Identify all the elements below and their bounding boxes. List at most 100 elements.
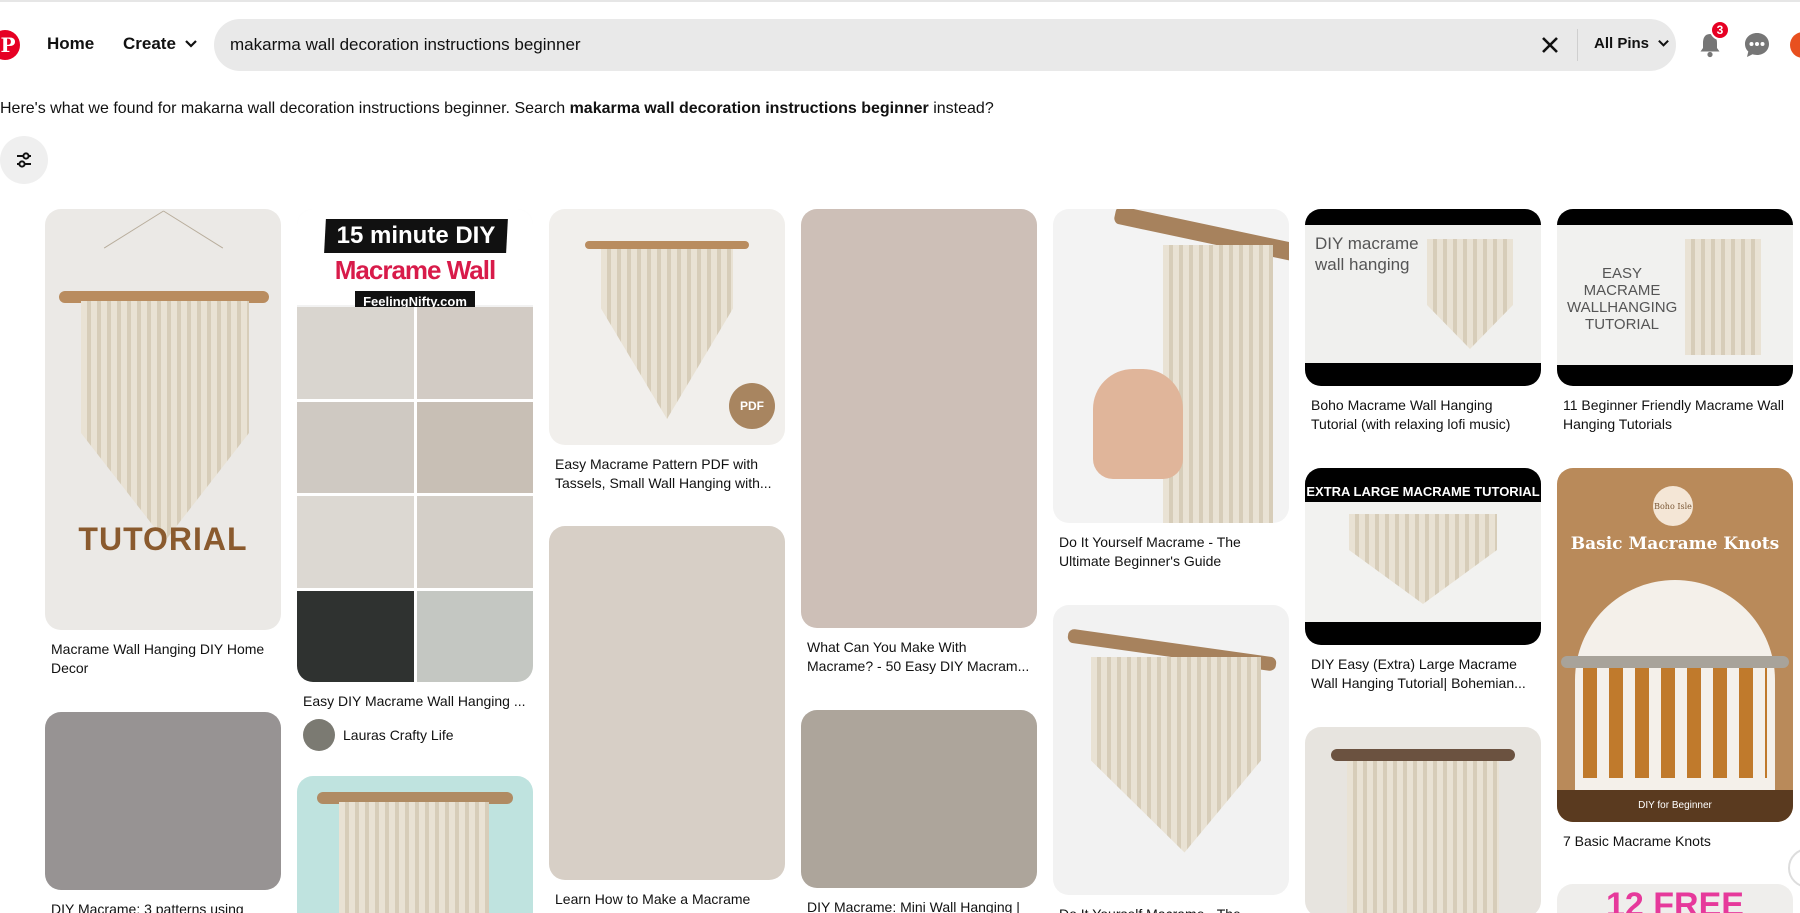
pin-title[interactable]: Easy DIY Macrame Wall Hanging ... <box>297 692 533 711</box>
nav-create-menu[interactable]: Create <box>123 34 198 54</box>
pin-image[interactable]: 12 FREE <box>1557 884 1793 913</box>
author-avatar[interactable] <box>303 719 335 751</box>
clear-search-button[interactable] <box>1536 31 1564 59</box>
pin-image[interactable]: 15 minute DIY Macrame Wall Hanging Feeli… <box>297 209 533 682</box>
pin-image[interactable] <box>1053 605 1289 895</box>
top-border <box>0 0 1800 2</box>
suggested-query-link[interactable]: makarma wall decoration instructions beg… <box>570 100 929 117</box>
nav-create-label: Create <box>123 34 176 53</box>
help-button[interactable] <box>1788 848 1800 888</box>
macrame-hanging <box>1347 761 1499 913</box>
step-photo <box>297 496 414 588</box>
pin-title[interactable]: DIY Macrame: 3 patterns using <box>45 900 281 913</box>
search-bar: All Pins <box>214 19 1676 71</box>
pin-image[interactable] <box>801 710 1037 888</box>
pin-title[interactable]: Do It Yourself Macrame - The Ultimate Be… <box>1053 533 1289 571</box>
notification-badge: 3 <box>1710 20 1730 40</box>
pin-image[interactable] <box>549 526 785 880</box>
pin-title[interactable]: Do It Yourself Macrame - The <box>1053 905 1289 913</box>
hanging-string <box>163 210 224 249</box>
macrame-hanging <box>1685 239 1761 355</box>
user-avatar[interactable] <box>1790 32 1800 58</box>
step-photo <box>416 496 533 588</box>
step-photo <box>416 307 533 399</box>
pin-image[interactable]: EASY MACRAME WALLHANGING TUTORIAL <box>1557 209 1793 386</box>
macrame-hanging <box>601 249 733 419</box>
pin-card[interactable]: EXTRA LARGE MACRAME TUTORIAL DIY Easy (E… <box>1305 468 1541 693</box>
pin-title[interactable]: 11 Beginner Friendly Macrame Wall Hangin… <box>1557 396 1793 434</box>
pin-type-filter-dropdown[interactable]: All Pins <box>1594 35 1670 52</box>
notice-prefix: Here's what we found for makarna wall de… <box>0 100 570 117</box>
step-photo <box>297 590 414 682</box>
pin-image[interactable] <box>45 712 281 890</box>
pin-image[interactable] <box>1053 209 1289 523</box>
pin-overlay-text: TUTORIAL <box>78 521 248 557</box>
pin-card[interactable]: DIY Macrame: Mini Wall Hanging | <box>801 710 1037 913</box>
pin-overlay-text: 12 FREE <box>1606 886 1744 913</box>
macrame-hanging <box>1091 657 1261 853</box>
pin-card[interactable]: Learn How to Make a Macrame <box>549 526 785 909</box>
pin-card[interactable]: 15 minute DIY Macrame Wall Hanging Feeli… <box>297 209 533 751</box>
pin-image[interactable]: TUTORIAL <box>45 209 281 630</box>
pdf-badge: PDF <box>729 383 775 429</box>
search-filters-button[interactable] <box>0 136 48 184</box>
step-photo-grid <box>297 307 533 682</box>
pin-overlay-footer: DIY for Beginner <box>1638 800 1712 811</box>
pin-overlay-line1: 15 minute DIY <box>336 222 496 249</box>
pin-title[interactable]: Easy Macrame Pattern PDF with Tassels, S… <box>549 455 785 493</box>
pin-image[interactable] <box>801 209 1037 628</box>
pin-image[interactable]: PDF <box>549 209 785 445</box>
search-divider <box>1577 29 1578 61</box>
pin-card[interactable]: TUTORIAL Macrame Wall Hanging DIY Home D… <box>45 209 281 678</box>
macrame-hanging <box>339 802 489 913</box>
spelling-notice: Here's what we found for makarna wall de… <box>0 100 994 118</box>
pin-card[interactable]: 12 FREE <box>1557 884 1793 913</box>
pin-image[interactable]: Boho Isle Basic Macrame Knots DIY for Be… <box>1557 468 1793 822</box>
dowel-rod <box>1331 749 1515 761</box>
dowel-rod <box>585 241 749 249</box>
pin-card[interactable]: Do It Yourself Macrame - The <box>1053 605 1289 913</box>
messages-icon[interactable] <box>1742 30 1772 60</box>
pin-image[interactable] <box>1305 727 1541 913</box>
pin-image[interactable] <box>297 776 533 913</box>
pin-title[interactable]: Boho Macrame Wall Hanging Tutorial (with… <box>1305 396 1541 434</box>
hand <box>1093 369 1183 479</box>
pin-card[interactable]: Boho Isle Basic Macrame Knots DIY for Be… <box>1557 468 1793 851</box>
pin-card[interactable] <box>297 776 533 913</box>
step-photo <box>297 307 414 399</box>
pin-image[interactable]: DIY macrame wall hanging <box>1305 209 1541 386</box>
search-input[interactable] <box>230 33 1530 57</box>
macrame-hanging <box>81 301 249 541</box>
sliders-icon <box>17 152 31 168</box>
pin-overlay-text: DIY macrame wall hanging <box>1315 234 1419 274</box>
pin-title[interactable]: 7 Basic Macrame Knots <box>1557 832 1793 851</box>
logo-letter: P <box>0 33 16 57</box>
author-name[interactable]: Lauras Crafty Life <box>343 727 454 743</box>
step-photo <box>416 590 533 682</box>
pin-card[interactable]: EASY MACRAME WALLHANGING TUTORIAL 11 Beg… <box>1557 209 1793 434</box>
pin-author[interactable]: Lauras Crafty Life <box>297 719 533 751</box>
macrame-hanging <box>1163 245 1273 523</box>
step-photo <box>416 401 533 493</box>
pin-title[interactable]: DIY Easy (Extra) Large Macrame Wall Hang… <box>1305 655 1541 693</box>
pinterest-logo-icon[interactable]: P <box>0 30 20 60</box>
pin-title[interactable]: What Can You Make With Macrame? - 50 Eas… <box>801 638 1037 676</box>
pin-card[interactable]: Do It Yourself Macrame - The Ultimate Be… <box>1053 209 1289 571</box>
chevron-down-icon <box>1658 39 1669 47</box>
nav-home-link[interactable]: Home <box>47 34 94 54</box>
pin-title[interactable]: Learn How to Make a Macrame <box>549 890 785 909</box>
chevron-down-icon <box>185 40 197 48</box>
pin-card[interactable]: What Can You Make With Macrame? - 50 Eas… <box>801 209 1037 676</box>
hanging-string <box>103 210 164 249</box>
pin-card[interactable] <box>1305 727 1541 913</box>
pin-card[interactable]: PDF Easy Macrame Pattern PDF with Tassel… <box>549 209 785 493</box>
notice-suffix: instead? <box>928 100 994 117</box>
pin-card[interactable]: DIY macrame wall hanging Boho Macrame Wa… <box>1305 209 1541 434</box>
pin-image[interactable]: EXTRA LARGE MACRAME TUTORIAL <box>1305 468 1541 645</box>
driftwood-branch <box>1561 656 1789 668</box>
header: P Home Create All Pins 3 <box>0 14 1800 72</box>
pin-card[interactable]: DIY Macrame: 3 patterns using <box>45 712 281 913</box>
pin-overlay-text: Basic Macrame Knots <box>1570 534 1780 554</box>
pin-title[interactable]: DIY Macrame: Mini Wall Hanging | <box>801 898 1037 913</box>
pin-title[interactable]: Macrame Wall Hanging DIY Home Decor <box>45 640 281 678</box>
